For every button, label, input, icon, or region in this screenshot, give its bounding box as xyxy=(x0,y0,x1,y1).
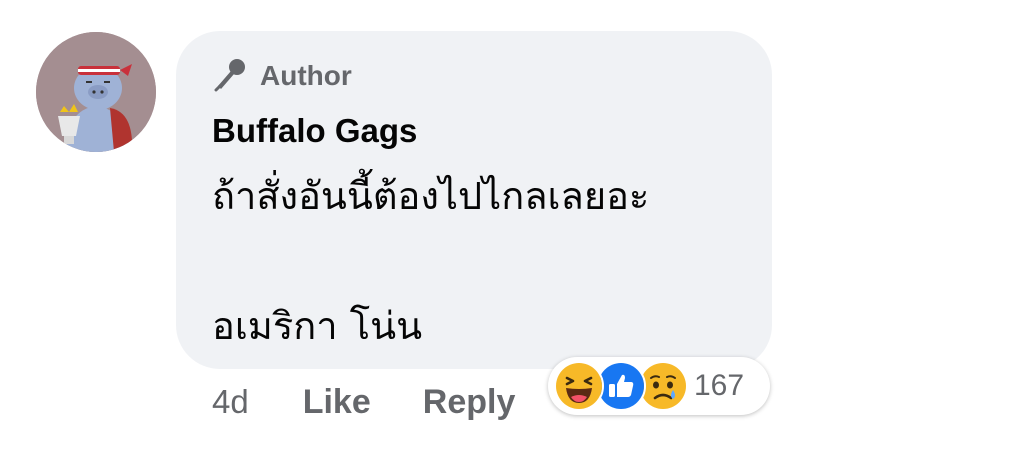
reactions-summary[interactable]: 167 xyxy=(548,357,770,415)
author-badge: Author xyxy=(212,56,352,96)
avatar-illustration-icon xyxy=(36,32,156,152)
microphone-icon xyxy=(212,56,248,97)
author-name-link[interactable]: Buffalo Gags xyxy=(212,109,417,153)
timestamp-link[interactable]: 4d xyxy=(212,383,249,421)
reply-button[interactable]: Reply xyxy=(423,383,516,422)
haha-icon xyxy=(554,361,604,411)
reaction-count: 167 xyxy=(694,369,745,402)
comment-text-line-1: ถ้าสั่งอันนี้ต้องไปไกลเลยอะ xyxy=(212,174,650,218)
author-badge-label: Author xyxy=(260,60,352,91)
like-button[interactable]: Like xyxy=(303,383,371,422)
author-avatar[interactable] xyxy=(36,32,156,152)
comment-text-line-2: อเมริกา โน่น xyxy=(212,304,423,348)
comment: Author Buffalo Gags ถ้าสั่งอันนี้ต้องไปไ… xyxy=(0,0,1027,451)
comment-actions: 4d Like Reply xyxy=(212,378,515,426)
